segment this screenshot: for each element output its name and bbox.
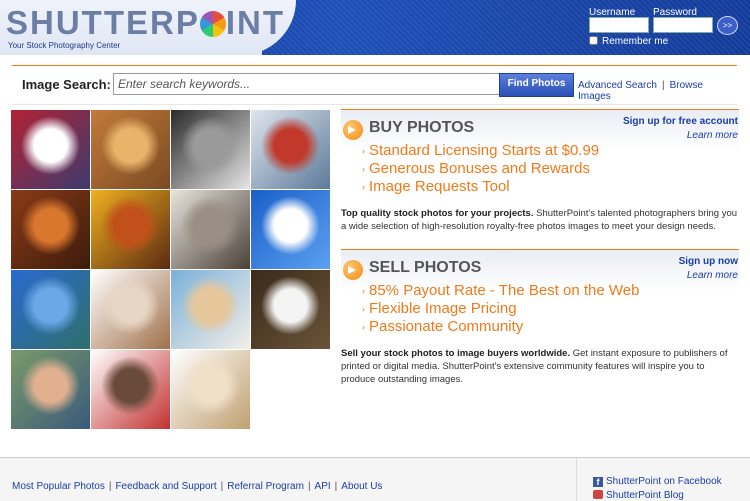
chevron-right-icon: › (362, 322, 365, 332)
social-links: f ShutterPoint on Facebook ShutterPoint B… (576, 458, 750, 501)
logo-text-before: SHUTTERP (6, 4, 200, 41)
photo-couple[interactable] (11, 350, 90, 429)
buy-description: Top quality stock photos for your projec… (341, 207, 739, 233)
footer-link[interactable]: Referral Program (227, 481, 304, 492)
separator: | (661, 80, 665, 91)
separator: | (220, 481, 224, 492)
search-label: Image Search: (22, 77, 111, 92)
bullet-text: 85% Payout Rate - The Best on the Web (369, 282, 640, 299)
remember-me[interactable]: Remember me (589, 36, 668, 47)
facebook-label: ShutterPoint on Facebook (606, 476, 722, 487)
blog-icon (593, 490, 603, 499)
bullet-text: Generous Bonuses and Rewards (369, 160, 590, 177)
sell-bullet[interactable]: › 85% Payout Rate - The Best on the Web (362, 282, 639, 299)
footer-links: Most Popular Photos | Feedback and Support… (12, 481, 382, 492)
sell-bullet[interactable]: › Flexible Image Pricing (362, 300, 517, 317)
sign-up-now-link[interactable]: Sign up now (679, 256, 738, 267)
chevron-right-icon: › (362, 146, 365, 156)
logo[interactable]: SHUTTERP INT (6, 4, 285, 42)
blog-link[interactable]: ShutterPoint Blog (593, 490, 684, 501)
site-footer: Most Popular Photos | Feedback and Support… (0, 457, 750, 501)
photo-workers[interactable] (251, 110, 330, 189)
footer-link[interactable]: API (315, 481, 331, 492)
footer-link[interactable]: About Us (341, 481, 382, 492)
photo-shell[interactable] (171, 270, 250, 349)
photo-owl[interactable] (171, 190, 250, 269)
photo-bald-eagle[interactable] (251, 270, 330, 349)
photo-autumn[interactable] (91, 190, 170, 269)
arrow-circle-icon (343, 120, 363, 140)
facebook-link[interactable]: f ShutterPoint on Facebook (593, 476, 722, 487)
login-button[interactable]: >> (717, 16, 738, 35)
chevron-right-icon: › (362, 286, 365, 296)
password-field[interactable] (653, 17, 713, 33)
sell-learn-more-link[interactable]: Learn more (687, 270, 738, 281)
chevron-right-icon: › (362, 182, 365, 192)
bullet-text: Flexible Image Pricing (369, 300, 517, 317)
photo-canyon[interactable] (11, 190, 90, 269)
buy-bullet[interactable]: › Image Requests Tool (362, 178, 510, 195)
photo-blonde[interactable] (171, 350, 250, 429)
username-field[interactable] (589, 17, 649, 33)
buy-bullet[interactable]: › Standard Licensing Starts at $0.99 (362, 142, 599, 159)
photo-village[interactable] (91, 110, 170, 189)
separator: | (307, 481, 311, 492)
photo-bulldog[interactable] (91, 270, 170, 349)
chevron-right-icon: › (362, 304, 365, 314)
aperture-icon (199, 11, 226, 37)
bullet-text: Standard Licensing Starts at $0.99 (369, 142, 600, 159)
sell-description: Sell your stock photos to image buyers w… (341, 347, 739, 386)
facebook-icon: f (593, 477, 603, 487)
separator: | (108, 481, 112, 492)
footer-link[interactable]: Feedback and Support (115, 481, 216, 492)
sell-desc-bold: Sell your stock photos to image buyers w… (341, 348, 571, 359)
arrow-circle-icon (343, 260, 363, 280)
bullet-text: Passionate Community (369, 318, 524, 335)
chevron-right-icon: › (362, 164, 365, 174)
photo-snow-trees[interactable] (251, 190, 330, 269)
logo-text-after: INT (225, 4, 286, 41)
bullet-text: Image Requests Tool (369, 178, 510, 195)
buy-desc-bold: Top quality stock photos for your projec… (341, 208, 534, 219)
footer-link[interactable]: Most Popular Photos (12, 481, 105, 492)
blog-label: ShutterPoint Blog (606, 490, 684, 501)
photo-eagle-flag[interactable] (11, 110, 90, 189)
buy-learn-more-link[interactable]: Learn more (687, 130, 738, 141)
advanced-search-link[interactable]: Advanced Search (578, 80, 657, 91)
site-header: SHUTTERP INT Your Stock Photography Cente… (0, 0, 750, 55)
buy-bullet[interactable]: › Generous Bonuses and Rewards (362, 160, 590, 177)
search-links: Advanced Search | Browse Images (578, 80, 737, 102)
photo-liberty[interactable] (11, 270, 90, 349)
search-bar: Image Search: Find Photos Advanced Searc… (12, 65, 737, 105)
search-input[interactable] (113, 73, 501, 95)
buy-photos-title: BUY PHOTOS (369, 119, 475, 136)
sign-up-free-link[interactable]: Sign up for free account (623, 116, 738, 127)
sell-photos-title: SELL PHOTOS (369, 259, 482, 276)
remember-checkbox[interactable] (589, 36, 598, 45)
remember-label: Remember me (602, 36, 669, 47)
photo-bridge[interactable] (171, 110, 250, 189)
photo-martial-artist[interactable] (91, 350, 170, 429)
find-photos-button[interactable]: Find Photos (499, 73, 574, 97)
sell-bullet[interactable]: › Passionate Community (362, 318, 523, 335)
separator: | (334, 481, 338, 492)
tagline: Your Stock Photography Center (8, 41, 121, 50)
